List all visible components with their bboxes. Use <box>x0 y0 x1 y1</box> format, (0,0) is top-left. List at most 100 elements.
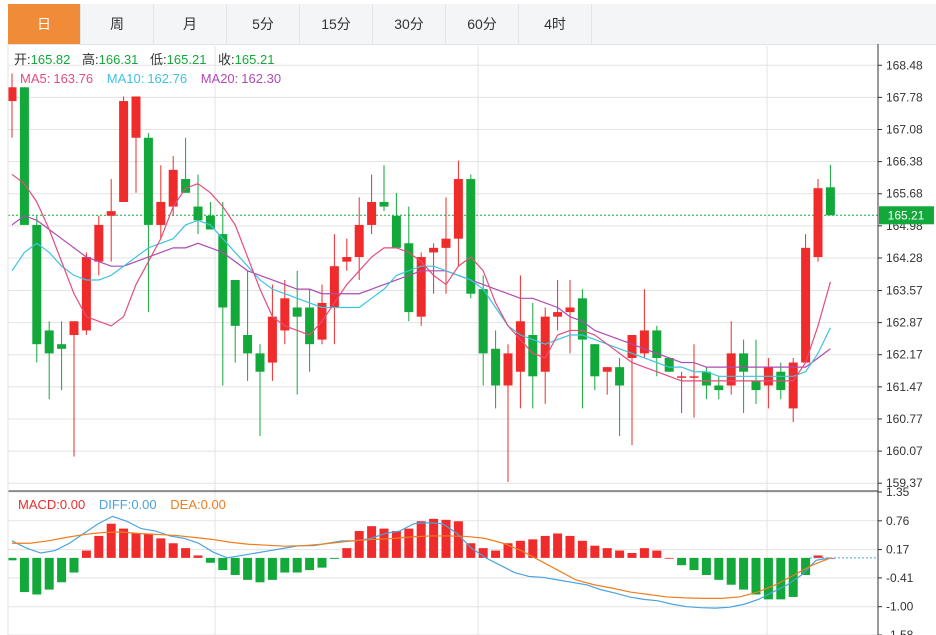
candle-body <box>69 321 79 336</box>
candle <box>181 137 191 193</box>
ma20-label: MA20: <box>201 71 239 86</box>
ma5-label: MA5: <box>20 71 50 86</box>
kline-chart[interactable]: 168.48167.78167.08166.38165.68164.98164.… <box>0 44 936 635</box>
high-label: 高: <box>82 52 99 67</box>
candle-body <box>230 279 240 326</box>
macd-bar <box>577 540 587 558</box>
macd-bar <box>602 548 612 558</box>
tab-month[interactable]: 月 <box>154 4 227 44</box>
candle <box>230 279 240 363</box>
tab-60min[interactable]: 60分 <box>446 4 519 44</box>
candle-body <box>57 344 67 349</box>
candle <box>627 335 637 446</box>
candle <box>329 234 339 345</box>
macd-bar <box>367 526 377 558</box>
macd-label: MACD: <box>18 497 60 512</box>
macd-bar <box>94 535 104 558</box>
low-label: 低: <box>150 52 167 67</box>
dea-label: DEA: <box>170 497 200 512</box>
candle-body <box>243 335 253 354</box>
ma10-label: MA10: <box>107 71 145 86</box>
tab-day[interactable]: 日 <box>8 4 81 44</box>
y-tick-label: 166.38 <box>886 155 923 169</box>
candle-body <box>404 243 414 313</box>
macd-bar <box>230 557 240 575</box>
candle-body <box>453 179 463 239</box>
candle-body <box>577 298 587 340</box>
macd-bar <box>7 557 17 561</box>
macd-bar <box>81 550 91 558</box>
macd-bar <box>615 550 625 558</box>
candle <box>602 367 612 395</box>
macd-bar <box>57 557 67 583</box>
macd-bar <box>751 557 761 595</box>
candle-body <box>429 247 439 253</box>
candle <box>714 376 724 400</box>
macd-bar <box>689 557 699 571</box>
candle <box>57 321 67 391</box>
candle <box>664 357 674 372</box>
macd-bar <box>317 557 327 568</box>
candle-body <box>714 385 724 391</box>
candle <box>801 234 811 363</box>
tab-5min[interactable]: 5分 <box>227 4 300 44</box>
macd-bar <box>292 557 302 573</box>
candle <box>615 357 625 436</box>
macd-bar <box>590 545 600 558</box>
candle <box>379 165 389 212</box>
macd-bar <box>267 557 277 580</box>
candle <box>19 87 29 225</box>
candle-body <box>7 87 17 102</box>
macd-bar <box>453 521 463 558</box>
candle <box>751 339 761 404</box>
candle <box>280 279 290 345</box>
macd-bar <box>677 557 687 566</box>
macd-bar <box>280 557 290 573</box>
macd-bar <box>627 553 637 558</box>
candle-body <box>664 357 674 372</box>
macd-bar <box>243 557 253 580</box>
macd-bar <box>776 557 786 600</box>
macd-bar <box>218 557 228 571</box>
tab-4hour[interactable]: 4时 <box>519 4 592 44</box>
candle-body <box>813 188 823 258</box>
tab-30min[interactable]: 30分 <box>373 4 446 44</box>
candle-body <box>218 234 228 308</box>
tab-week[interactable]: 周 <box>81 4 154 44</box>
candle-body <box>19 87 29 225</box>
dea-value: 0.00 <box>201 497 226 512</box>
candle <box>94 215 104 276</box>
ma5-value: 163.76 <box>53 71 93 86</box>
candle <box>416 252 426 326</box>
candle <box>813 179 823 262</box>
candle <box>81 252 91 336</box>
candle-body <box>565 307 575 313</box>
candle <box>515 275 525 409</box>
y-tick-label: 160.07 <box>886 444 923 458</box>
ma20-value: 162.30 <box>241 71 281 86</box>
candle-body <box>739 353 749 372</box>
candle <box>267 284 277 381</box>
candle <box>44 321 54 400</box>
macd-bar <box>540 535 550 558</box>
macd-tick-label: -1.00 <box>886 600 914 614</box>
y-tick-label: 165.68 <box>886 187 923 201</box>
macd-tick-label: 1.35 <box>886 485 910 499</box>
macd-value: 0.00 <box>60 497 85 512</box>
candle <box>652 325 662 377</box>
candle-body <box>44 330 54 354</box>
candle <box>478 275 488 386</box>
candle-body <box>788 362 798 409</box>
macd-tick-label: 0.17 <box>886 543 910 557</box>
candle-body <box>466 179 476 294</box>
macd-bar <box>354 531 364 558</box>
candle-body <box>503 353 513 386</box>
candle <box>106 179 116 262</box>
macd-bar <box>44 557 54 590</box>
tab-15min[interactable]: 15分 <box>300 4 373 44</box>
candle <box>218 201 228 386</box>
y-tick-label: 168.48 <box>886 58 923 72</box>
candle <box>528 302 538 409</box>
macd-bar <box>19 557 29 593</box>
candle-body <box>391 215 401 248</box>
